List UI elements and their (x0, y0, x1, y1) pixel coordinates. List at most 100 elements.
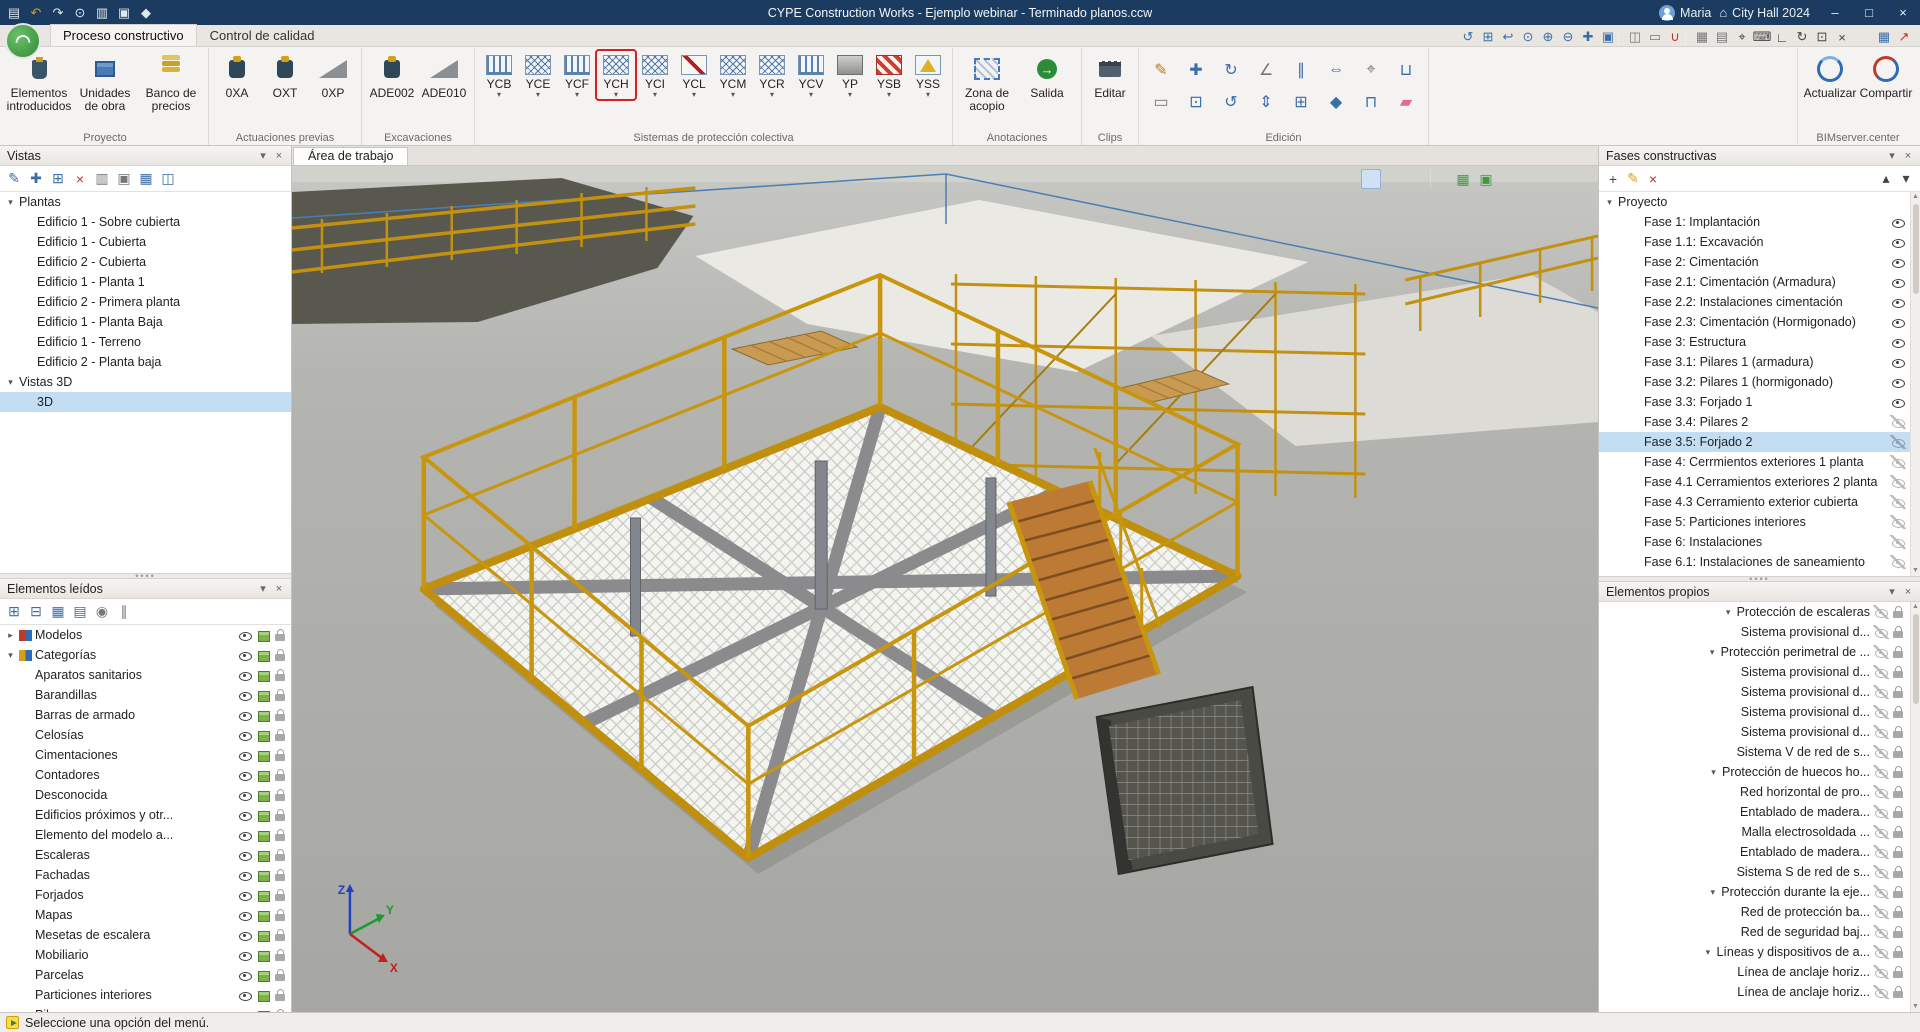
chevron-icon[interactable] (5, 197, 16, 208)
lock-icon[interactable] (1892, 945, 1905, 959)
chevron-down-icon[interactable]: ▾ (1884, 149, 1900, 162)
solid-cube-icon[interactable] (256, 689, 271, 702)
keyboard-icon[interactable]: ⌨ (1752, 28, 1772, 46)
lock-icon[interactable] (274, 788, 287, 802)
category-row[interactable]: Aparatos sanitarios (0, 665, 291, 685)
lock-icon[interactable] (274, 748, 287, 762)
fase-row[interactable]: Fase 2.2: Instalaciones cimentación (1599, 292, 1910, 312)
visibility-eye-icon[interactable] (1890, 395, 1906, 409)
ribbon-code-button[interactable]: YCH (597, 51, 635, 99)
view-row[interactable]: 3D (0, 392, 291, 412)
solid-cube-icon[interactable] (256, 769, 271, 782)
lock-icon[interactable] (274, 648, 287, 662)
category-row[interactable]: Barras de armado (0, 705, 291, 725)
delete-view-icon[interactable]: × (70, 169, 90, 189)
visibility-eye-icon[interactable] (1873, 925, 1889, 939)
ribbon-tab[interactable]: Proceso constructivo (50, 24, 197, 46)
visibility-eye-icon[interactable] (1890, 335, 1906, 349)
visibility-eye-icon[interactable] (237, 968, 253, 982)
propio-row[interactable]: Sistema provisional d... (1599, 662, 1910, 682)
view-row[interactable]: Edificio 1 - Planta 1 (0, 272, 291, 292)
ribbon-code-button[interactable]: YCI (636, 51, 674, 99)
visibility-eye-icon[interactable] (237, 628, 253, 642)
ribbon-button[interactable]: Elementos introducidos (7, 51, 71, 113)
zoom-window-icon[interactable]: ⊞ (1478, 28, 1498, 46)
fase-row[interactable]: Fase 2.3: Cimentación (Hormigonado) (1599, 312, 1910, 332)
visibility-eye-icon[interactable] (237, 688, 253, 702)
project-menu[interactable]: ⌂ City Hall 2024 (1719, 5, 1810, 20)
visibility-eye-icon[interactable] (1890, 435, 1906, 449)
lock-icon[interactable] (1892, 925, 1905, 939)
chevron-icon[interactable] (5, 630, 16, 641)
diamond-tool-icon[interactable]: ◆ (1319, 87, 1353, 117)
category-row[interactable]: Pilares (0, 1005, 291, 1012)
chevron-down-icon[interactable]: ▾ (255, 149, 271, 162)
fase-row[interactable]: Fase 6.1: Instalaciones de saneamiento (1599, 552, 1910, 572)
visibility-eye-icon[interactable] (1890, 515, 1906, 529)
join-tool-icon[interactable]: ⊓ (1354, 87, 1388, 117)
visibility-eye-icon[interactable] (237, 948, 253, 962)
solid-cube-icon[interactable] (256, 909, 271, 922)
visibility-eye-icon[interactable] (237, 988, 253, 1002)
visibility-eye-icon[interactable] (237, 668, 253, 682)
fase-row[interactable]: Fase 3.4: Pilares 2 (1599, 412, 1910, 432)
visibility-eye-icon[interactable] (1890, 215, 1906, 229)
visibility-eye-icon[interactable] (237, 848, 253, 862)
lock-icon[interactable] (274, 968, 287, 982)
solid-cube-icon[interactable] (256, 729, 271, 742)
settings-icon[interactable]: ◆ (136, 3, 156, 22)
quick-tool-icon[interactable] (1852, 28, 1874, 46)
lock-icon[interactable] (274, 708, 287, 722)
visibility-eye-icon[interactable] (237, 928, 253, 942)
mirror-tool-icon[interactable]: ⇔ (1319, 55, 1353, 85)
solid-cube-icon[interactable] (256, 709, 271, 722)
zoom-in-icon[interactable]: ⊕ (1538, 28, 1558, 46)
ribbon-button[interactable]: ADE002 (367, 51, 417, 100)
orbit-icon[interactable]: ↻ (1792, 28, 1812, 46)
chevron-icon[interactable] (1707, 887, 1718, 898)
save-icon[interactable]: ▤ (4, 3, 24, 22)
magnet-icon[interactable]: ∪ (1665, 28, 1685, 46)
ribbon-code-button[interactable]: YP (831, 51, 869, 99)
full-view-icon[interactable]: ▣ (1598, 28, 1618, 46)
lock-icon[interactable] (274, 908, 287, 922)
visibility-eye-icon[interactable] (1873, 665, 1889, 679)
visibility-eye-icon[interactable] (1890, 295, 1906, 309)
edit-phase-icon[interactable]: ✎ (1623, 169, 1643, 189)
print-view-icon[interactable]: ▥ (92, 169, 112, 189)
lock-icon[interactable] (1892, 645, 1905, 659)
fase-row[interactable]: Fase 1.1: Excavación (1599, 232, 1910, 252)
fase-row[interactable]: Fase 4.3 Cerramiento exterior cubierta (1599, 492, 1910, 512)
undo-icon[interactable]: ↶ (26, 3, 46, 22)
measure-tool-icon[interactable]: ∠ (1249, 55, 1283, 85)
eraser-tool-icon[interactable]: ▰ (1389, 87, 1423, 117)
visibility-eye-icon[interactable] (1873, 725, 1889, 739)
chevron-icon[interactable] (5, 377, 16, 388)
visibility-eye-icon[interactable] (237, 648, 253, 662)
close-tool-icon[interactable]: × (1832, 28, 1852, 46)
layers-icon[interactable]: ≡ (1522, 169, 1542, 189)
chevron-icon[interactable] (1723, 607, 1734, 618)
view-row[interactable]: Vistas 3D (0, 372, 291, 392)
lock-icon[interactable] (274, 928, 287, 942)
analytical-model-icon[interactable]: ▦ (1453, 169, 1473, 189)
capture-icon[interactable]: ▣ (114, 3, 134, 22)
lock-icon[interactable] (1892, 705, 1905, 719)
rectangle-tool-icon[interactable]: ▭ (1144, 87, 1178, 117)
category-row[interactable]: Mobiliario (0, 945, 291, 965)
visibility-eye-icon[interactable] (1873, 685, 1889, 699)
lock-icon[interactable] (1892, 605, 1905, 619)
pan-icon[interactable]: ✚ (1578, 28, 1598, 46)
visibility-eye-icon[interactable] (237, 728, 253, 742)
propio-row[interactable]: Sistema provisional d... (1599, 622, 1910, 642)
visibility-eye-icon[interactable] (1873, 825, 1889, 839)
lock-icon[interactable] (274, 1008, 287, 1012)
propio-row[interactable]: Línea de anclaje horiz... (1599, 962, 1910, 982)
propio-row[interactable]: Protección de huecos ho... (1599, 762, 1910, 782)
lock-icon[interactable] (1892, 785, 1905, 799)
lock-icon[interactable] (274, 628, 287, 642)
ribbon-code-button[interactable]: YSS (909, 51, 947, 99)
hide-all-icon[interactable]: ▤ (70, 602, 90, 622)
ribbon-tab[interactable]: Control de calidad (197, 24, 328, 46)
frame-icon[interactable]: ▦ (1692, 28, 1712, 46)
